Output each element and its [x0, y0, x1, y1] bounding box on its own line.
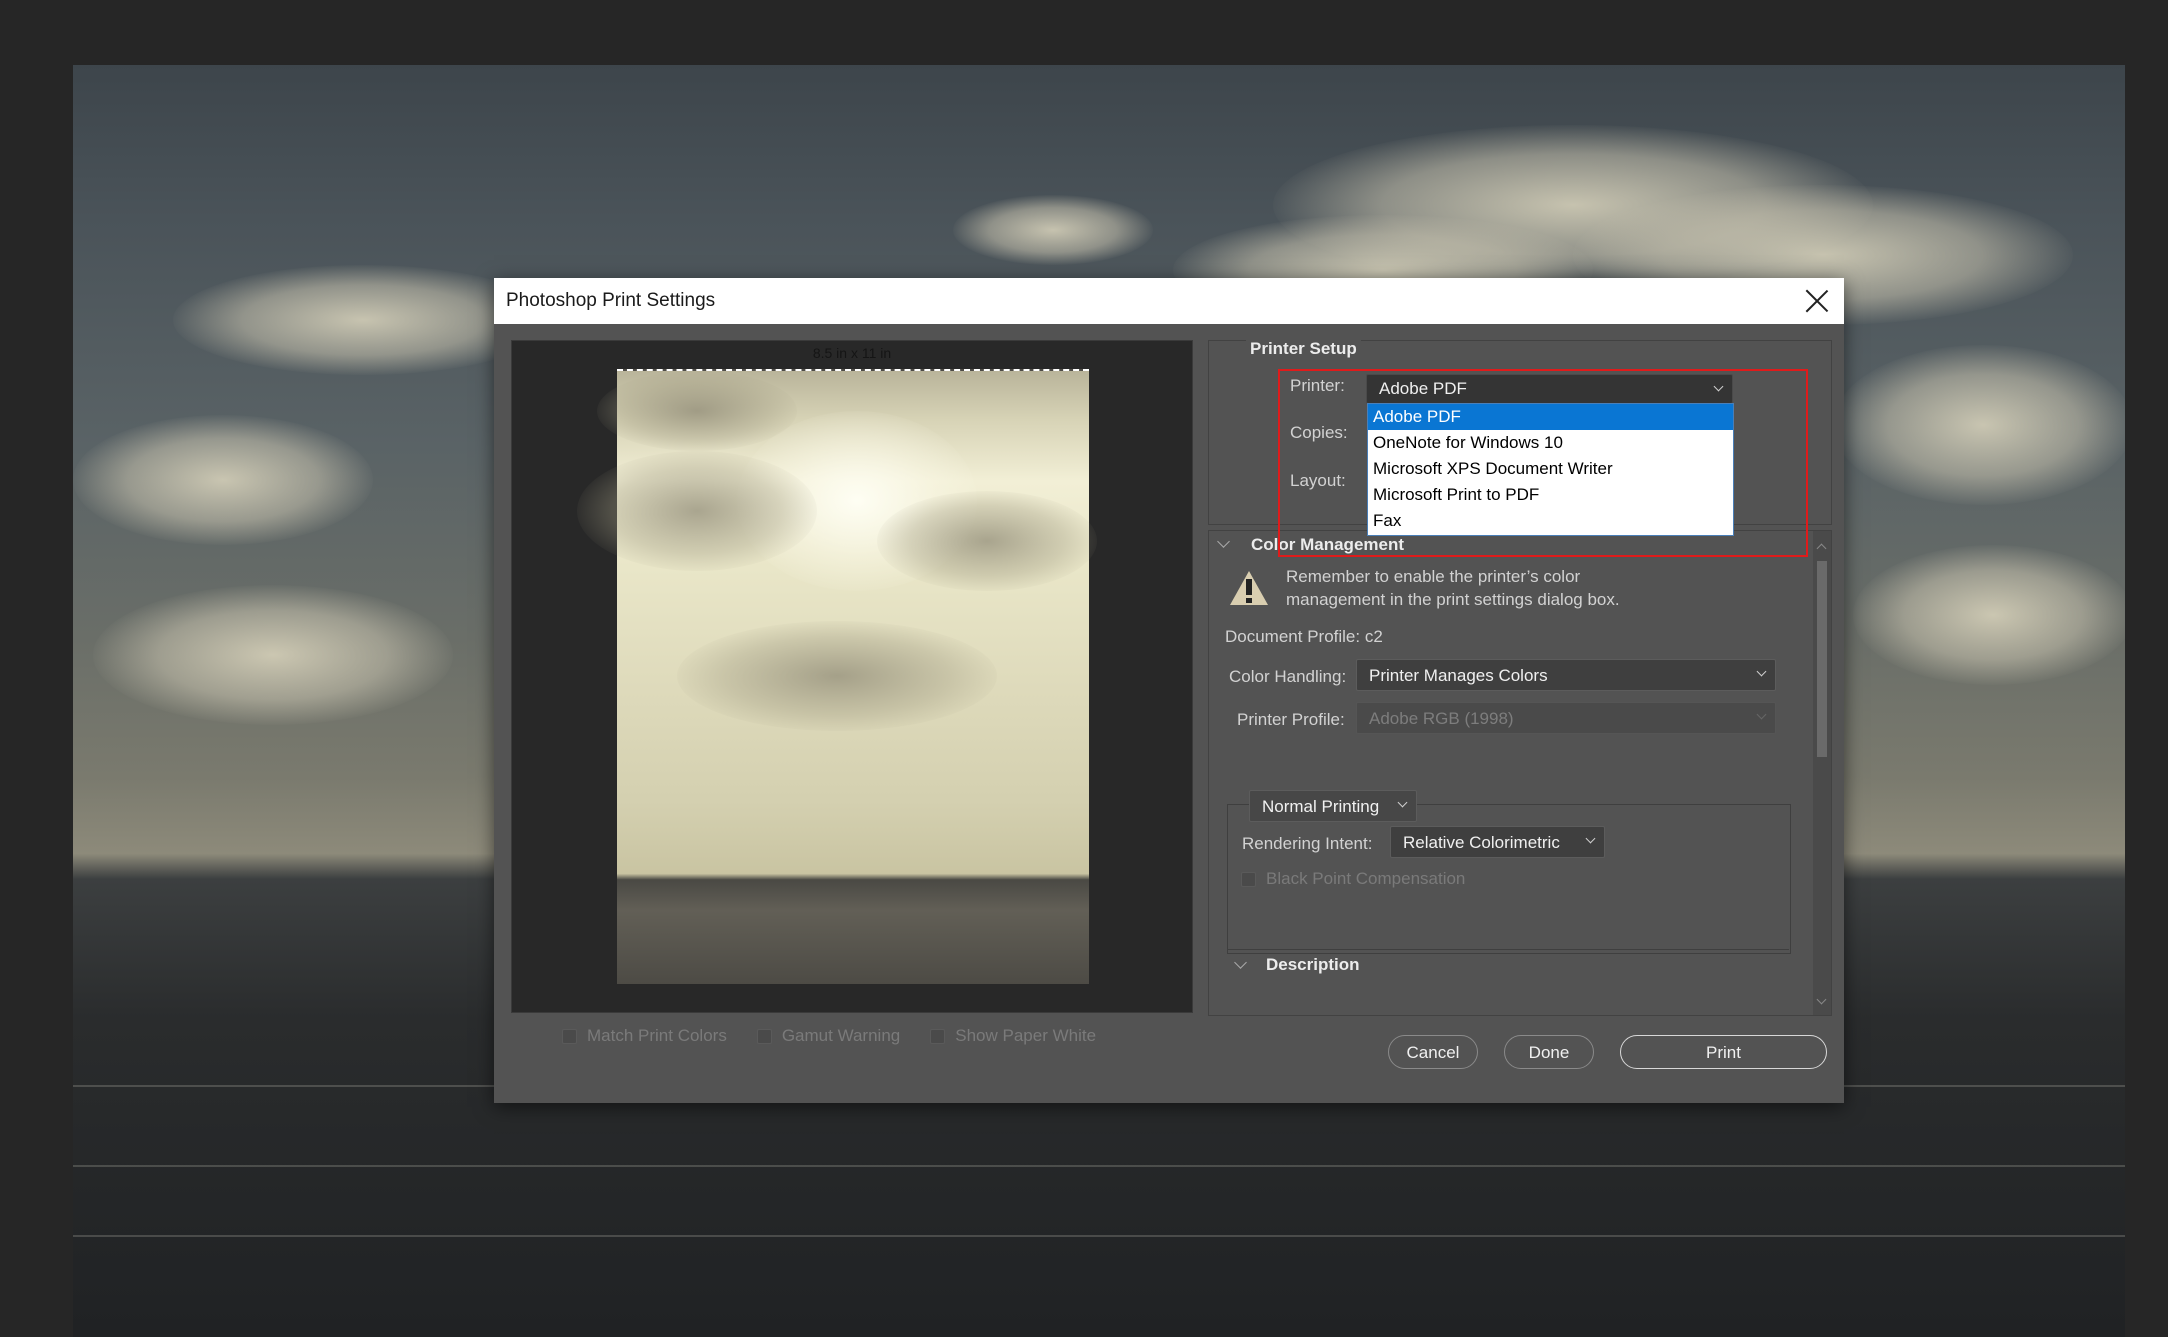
checkbox-label: Match Print Colors	[587, 1026, 727, 1045]
printer-setup-title: Printer Setup	[1246, 339, 1361, 359]
chevron-down-icon	[1585, 833, 1596, 844]
copies-label: Copies:	[1290, 423, 1348, 442]
checkbox-label: Gamut Warning	[781, 1026, 901, 1045]
show-paper-white-checkbox[interactable]: Show Paper White	[930, 1026, 1096, 1046]
warning-icon	[1230, 571, 1268, 605]
document-profile: Document Profile: c2	[1225, 627, 1383, 646]
color-management-panel: Color Management Remember to enable the …	[1208, 530, 1832, 1016]
printing-mode-select[interactable]: Normal Printing	[1249, 790, 1417, 822]
chevron-down-icon	[1756, 666, 1767, 677]
preview-cloud	[877, 491, 1097, 591]
printer-option-onenote[interactable]: OneNote for Windows 10	[1368, 430, 1733, 456]
chevron-down-icon	[1756, 709, 1767, 720]
printer-option-print-to-pdf[interactable]: Microsoft Print to PDF	[1368, 482, 1733, 508]
cloud	[953, 195, 1153, 265]
dialog-title: Photoshop Print Settings	[506, 290, 716, 311]
scroll-down-icon[interactable]	[1816, 994, 1827, 1005]
chevron-down-icon	[1397, 797, 1408, 808]
sea-glint	[73, 1165, 2125, 1167]
black-point-compensation-checkbox: Black Point Compensation	[1241, 869, 1465, 889]
printing-mode-value: Normal Printing	[1262, 797, 1380, 816]
color-handling-value: Printer Manages Colors	[1369, 666, 1548, 685]
title-bar: Photoshop Print Settings	[494, 278, 1844, 324]
color-management-title: Color Management	[1251, 535, 1405, 554]
layout-label: Layout:	[1290, 471, 1346, 490]
printer-option-xps-writer[interactable]: Microsoft XPS Document Writer	[1368, 456, 1733, 482]
print-settings-dialog: Photoshop Print Settings 8.5 in x 11 in …	[494, 278, 1844, 1103]
checkbox-box	[1241, 871, 1256, 887]
match-print-colors-checkbox[interactable]: Match Print Colors	[562, 1026, 727, 1046]
checkbox-label: Show Paper White	[955, 1026, 1097, 1045]
description-title: Description	[1266, 955, 1360, 974]
printer-label: Printer:	[1290, 376, 1345, 395]
preview-options: Match Print Colors Gamut Warning Show Pa…	[562, 1026, 1096, 1046]
preview-image	[577, 369, 1097, 984]
cloud	[1833, 345, 2125, 505]
collapse-chevron-icon[interactable]	[1234, 956, 1247, 969]
checkbox-box[interactable]	[756, 1028, 772, 1044]
close-icon[interactable]	[1804, 288, 1830, 314]
collapse-chevron-icon[interactable]	[1217, 535, 1230, 548]
warning-line: management in the print settings dialog …	[1286, 590, 1620, 609]
checkbox-label: Black Point Compensation	[1266, 869, 1466, 888]
preview-cloud	[577, 451, 817, 571]
scrollbar[interactable]	[1813, 531, 1831, 1015]
printer-option-adobe-pdf[interactable]: Adobe PDF	[1368, 404, 1733, 430]
paper-size-label: 8.5 in x 11 in	[812, 345, 892, 361]
warning-line: Remember to enable the printer’s color	[1286, 567, 1581, 586]
done-button[interactable]: Done	[1504, 1035, 1594, 1069]
cloud	[93, 585, 453, 725]
printer-profile-select: Adobe RGB (1998)	[1356, 702, 1776, 734]
printer-select[interactable]: Adobe PDF	[1366, 374, 1733, 404]
checkbox-box[interactable]	[562, 1028, 577, 1044]
cloud	[73, 415, 373, 545]
color-handling-label: Color Handling:	[1229, 667, 1347, 686]
checkbox-box[interactable]	[930, 1028, 946, 1044]
section-divider	[1227, 949, 1789, 950]
color-handling-select[interactable]: Printer Manages Colors	[1356, 659, 1776, 691]
cloud	[1853, 545, 2125, 685]
scroll-up-icon[interactable]	[1816, 543, 1827, 554]
chevron-down-icon	[1713, 381, 1724, 392]
preview-cloud	[597, 371, 797, 451]
rendering-intent-label: Rendering Intent:	[1242, 834, 1373, 853]
printer-option-fax[interactable]: Fax	[1368, 508, 1733, 534]
printer-dropdown-list: Adobe PDF OneNote for Windows 10 Microso…	[1367, 403, 1734, 536]
cancel-button[interactable]: Cancel	[1388, 1035, 1478, 1069]
print-preview: 8.5 in x 11 in	[511, 340, 1193, 1013]
rendering-intent-value: Relative Colorimetric	[1403, 833, 1560, 852]
printer-select-value: Adobe PDF	[1379, 379, 1467, 398]
printer-profile-label: Printer Profile:	[1237, 710, 1345, 729]
rendering-intent-select[interactable]: Relative Colorimetric	[1390, 826, 1605, 858]
gamut-warning-checkbox[interactable]: Gamut Warning	[756, 1026, 901, 1046]
preview-cloud	[677, 621, 997, 731]
warning-message: Remember to enable the printer’s color m…	[1286, 565, 1620, 611]
printer-profile-value: Adobe RGB (1998)	[1369, 709, 1514, 728]
scrollbar-thumb[interactable]	[1817, 561, 1827, 757]
print-button[interactable]: Print	[1620, 1035, 1827, 1069]
sea-glint	[73, 1235, 2125, 1237]
